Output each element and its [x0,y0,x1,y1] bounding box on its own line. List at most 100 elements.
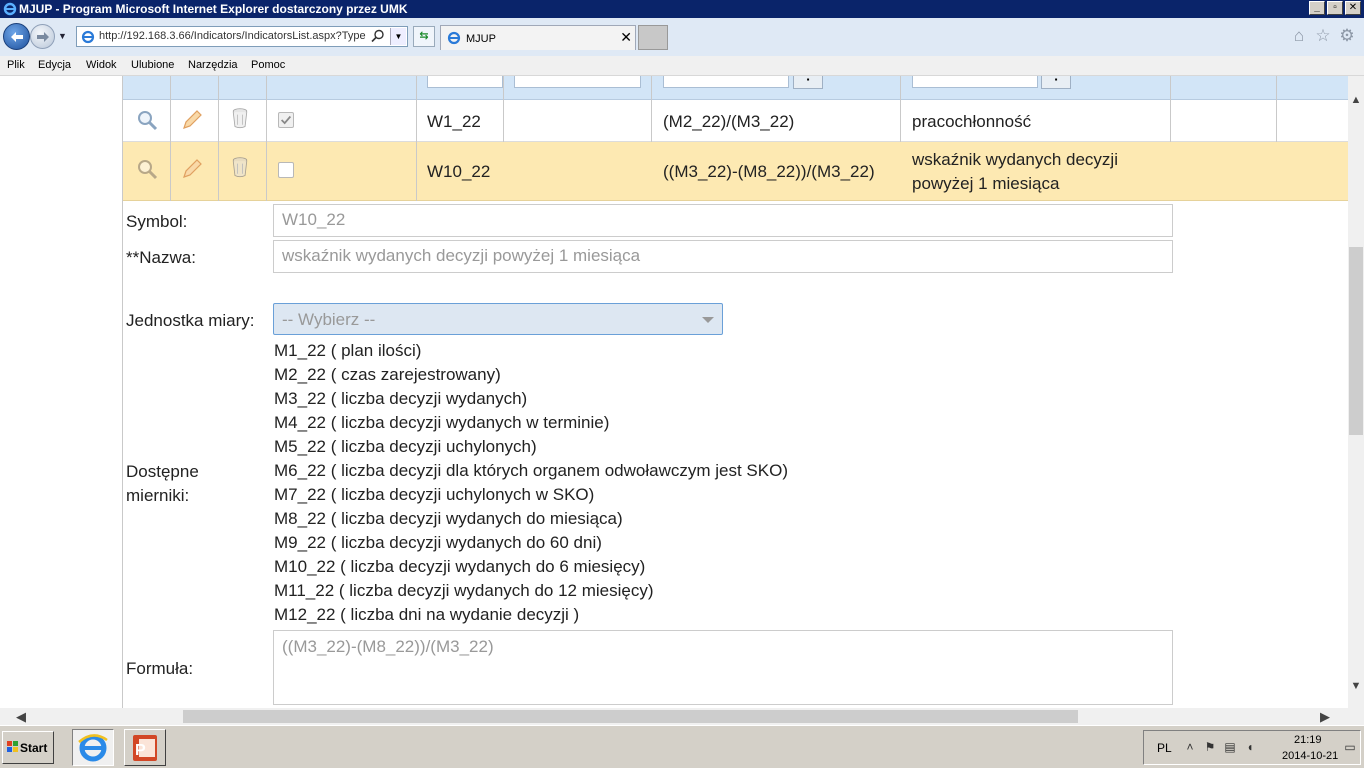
formula-textarea[interactable]: ((M3_22)-(M8_22))/(M3_22) [273,630,1173,705]
refresh-button[interactable]: ⇆ [413,26,435,47]
menu-item-widok[interactable]: Widok [86,59,117,71]
start-label: Start [20,741,48,755]
delete-trash-icon[interactable] [229,107,251,129]
edit-pencil-icon[interactable] [181,158,203,180]
scrollbar-corner [1348,708,1364,725]
meter-item[interactable]: M11_22 ( liczba decyzji wydanych do 12 m… [274,579,788,603]
chevron-down-icon [702,317,714,323]
filter-description-input[interactable] [912,76,1038,88]
filter-name-input[interactable] [514,76,641,88]
search-icon[interactable] [371,29,385,43]
meter-item[interactable]: M1_22 ( plan ilości) [274,339,788,363]
scroll-left-icon[interactable]: ◀ [16,709,26,725]
scroll-right-icon[interactable]: ▶ [1320,709,1330,725]
name-label: **Nazwa: [126,248,196,267]
start-button[interactable]: Start [2,731,54,764]
menu-item-edycja[interactable]: Edycja [38,59,71,71]
tab-close-icon[interactable]: ✕ [620,29,632,46]
name-value: wskaźnik wydanych decyzji powyżej 1 mies… [282,246,641,265]
meter-item[interactable]: M7_22 ( liczba decyzji uchylonych w SKO) [274,483,788,507]
symbol-label: Symbol: [126,212,188,231]
chevron-up-icon[interactable]: ˄ [1182,740,1198,756]
column-separator [900,76,901,142]
filter-symbol-input[interactable] [427,76,503,88]
menu-item-pomoc[interactable]: Pomoc [251,59,285,71]
cell-formula: (M2_22)/(M3_22) [663,112,795,131]
active-checkbox[interactable] [278,162,294,178]
unit-label: Jednostka miary: [126,311,255,330]
forward-arrow-icon [37,32,49,42]
filter-description-button[interactable]: ▪ [1041,76,1071,89]
column-separator [1276,76,1277,142]
cell-symbol: W10_22 [427,162,491,181]
column-separator [218,76,219,201]
taskbar-ie-app[interactable] [72,729,114,766]
meters-label-line1: Dostępne [126,462,199,481]
scroll-down-icon[interactable]: ▼ [1350,680,1362,692]
formula-value: ((M3_22)-(M8_22))/(M3_22) [282,637,494,656]
horizontal-scrollbar[interactable]: ◀ ▶ [0,708,1348,725]
history-dropdown-icon[interactable]: ▼ [58,31,67,41]
address-bar[interactable]: http://192.168.3.66/Indicators/Indicator… [76,26,408,47]
column-separator [503,76,504,142]
scroll-up-icon[interactable]: ▲ [1350,94,1362,106]
menu-item-ulubione[interactable]: Ulubione [131,59,174,71]
volume-muted-icon[interactable]: ◖ [1242,740,1258,756]
meter-item[interactable]: M4_22 ( liczba decyzji wydanych w termin… [274,411,788,435]
minimize-button[interactable]: _ [1309,1,1325,15]
symbol-value: W10_22 [282,210,346,229]
window-title-bar: MJUP - Program Microsoft Internet Explor… [0,0,1364,18]
browser-tab[interactable]: MJUP ✕ [440,25,636,50]
meter-item[interactable]: M2_22 ( czas zarejestrowany) [274,363,788,387]
filter-formula-input[interactable] [663,76,789,88]
view-magnifier-icon[interactable] [136,109,158,131]
horizontal-scroll-thumb[interactable] [183,710,1078,723]
meter-item[interactable]: M9_22 ( liczba decyzji wydanych do 60 dn… [274,531,788,555]
taskbar: Start P PL ˄ ⚑ ▤ ◖ 21:19 2014-10-21 ▭ [0,725,1364,768]
maximize-button[interactable]: ▫ [1327,1,1343,15]
new-tab-button[interactable] [638,25,668,50]
cell-name: pracochłonność [912,112,1032,131]
symbol-field[interactable]: W10_22 [273,204,1173,237]
vertical-scrollbar[interactable]: ▲ ▼ [1348,76,1364,708]
page-content: ▪ ▪ W1_22 (M2_22)/(M3_22) pracochłonność [0,76,1348,708]
flag-icon[interactable]: ⚑ [1202,740,1218,756]
table-row-selected[interactable]: W10_22 ((M3_22)-(M8_22))/(M3_22) wskaźni… [123,142,1348,201]
meter-item[interactable]: M5_22 ( liczba decyzji uchylonych) [274,435,788,459]
tab-label: MJUP [466,33,496,45]
menu-item-plik[interactable]: Plik [7,59,25,71]
meter-item[interactable]: M8_22 ( liczba decyzji wydanych do miesi… [274,507,788,531]
vertical-scroll-thumb[interactable] [1349,247,1363,435]
page-ie-icon [81,30,95,44]
meter-item[interactable]: M12_22 ( liczba dni na wydanie decyzji ) [274,603,788,627]
home-icon[interactable]: ⌂ [1290,27,1308,45]
active-checkbox[interactable] [278,112,294,128]
back-button[interactable] [3,23,30,50]
settings-gear-icon[interactable]: ⚙ [1338,27,1356,45]
meter-item[interactable]: M10_22 ( liczba decyzji wydanych do 6 mi… [274,555,788,579]
close-window-button[interactable]: ✕ [1345,1,1361,15]
name-field[interactable]: wskaźnik wydanych decyzji powyżej 1 mies… [273,240,1173,273]
address-dropdown-icon[interactable]: ▼ [390,28,406,45]
delete-trash-icon[interactable] [229,156,251,178]
navigation-bar: ▼ http://192.168.3.66/Indicators/Indicat… [0,18,1364,56]
window-title: MJUP - Program Microsoft Internet Explor… [19,2,408,16]
show-desktop-icon[interactable]: ▭ [1342,740,1358,756]
menu-item-narzedzia[interactable]: Narzędzia [188,59,238,71]
forward-button[interactable] [30,24,55,49]
table-row[interactable]: W1_22 (M2_22)/(M3_22) pracochłonność [123,101,1348,142]
network-icon[interactable]: ▤ [1222,740,1238,756]
language-indicator[interactable]: PL [1157,741,1172,755]
meter-item[interactable]: M3_22 ( liczba decyzji wydanych) [274,387,788,411]
meters-list: M1_22 ( plan ilości) M2_22 ( czas zareje… [274,339,788,627]
filter-formula-button[interactable]: ▪ [793,76,823,89]
unit-select[interactable]: -- Wybierz -- [273,303,723,335]
address-url[interactable]: http://192.168.3.66/Indicators/Indicator… [99,30,371,42]
meters-label-line2: mierniki: [126,486,190,505]
taskbar-powerpoint-app[interactable]: P [124,729,166,766]
meter-item[interactable]: M6_22 ( liczba decyzji dla których organ… [274,459,788,483]
edit-pencil-icon[interactable] [181,109,203,131]
back-arrow-icon [11,32,23,42]
favorites-star-icon[interactable]: ☆ [1314,27,1332,45]
view-magnifier-icon[interactable] [136,158,158,180]
